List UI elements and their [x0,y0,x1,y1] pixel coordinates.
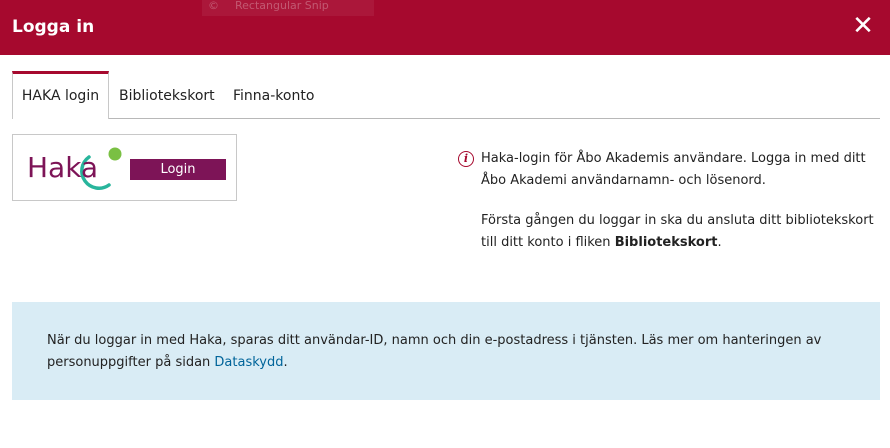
snip-label: Rectangular Snip [235,0,329,12]
rectangular-snip-ghost: © Rectangular Snip [202,0,374,16]
haka-info: i Haka-login för Åbo Akademis användare.… [458,148,878,254]
privacy-notice-suffix: . [283,355,288,370]
privacy-notice-text: När du loggar in med Haka, sparas ditt a… [47,333,822,370]
modal-title: Logga in [12,17,95,37]
privacy-notice: När du loggar in med Haka, sparas ditt a… [12,302,880,400]
haka-logo-icon: Haka [27,147,122,190]
info-paragraph-2-suffix: . [717,235,722,250]
haka-logo-text: Haka [27,151,98,184]
tab-haka-login[interactable]: HAKA login [12,71,109,121]
tab-bibliotekskort[interactable]: Bibliotekskort [119,71,215,117]
login-modal: © Rectangular Snip Logga in ✕ HAKA login … [0,0,890,448]
info-circle-icon: i [458,151,474,167]
haka-login-button[interactable]: Haka Login [12,134,237,201]
info-paragraph-2: Första gången du loggar in ska du anslut… [481,210,878,254]
tab-finna-konto[interactable]: Finna-konto [233,71,314,117]
bibliotekskort-emphasis: Bibliotekskort [614,235,718,250]
dataskydd-link[interactable]: Dataskydd [214,355,283,370]
snip-icon: © [208,0,219,12]
login-tabs: HAKA login Bibliotekskort Finna-konto [12,71,880,121]
modal-header: © Rectangular Snip Logga in ✕ [0,0,890,55]
haka-login-label: Login [130,159,226,180]
info-paragraph-1: Haka-login för Åbo Akademis användare. L… [481,151,866,188]
close-icon[interactable]: ✕ [850,12,876,40]
